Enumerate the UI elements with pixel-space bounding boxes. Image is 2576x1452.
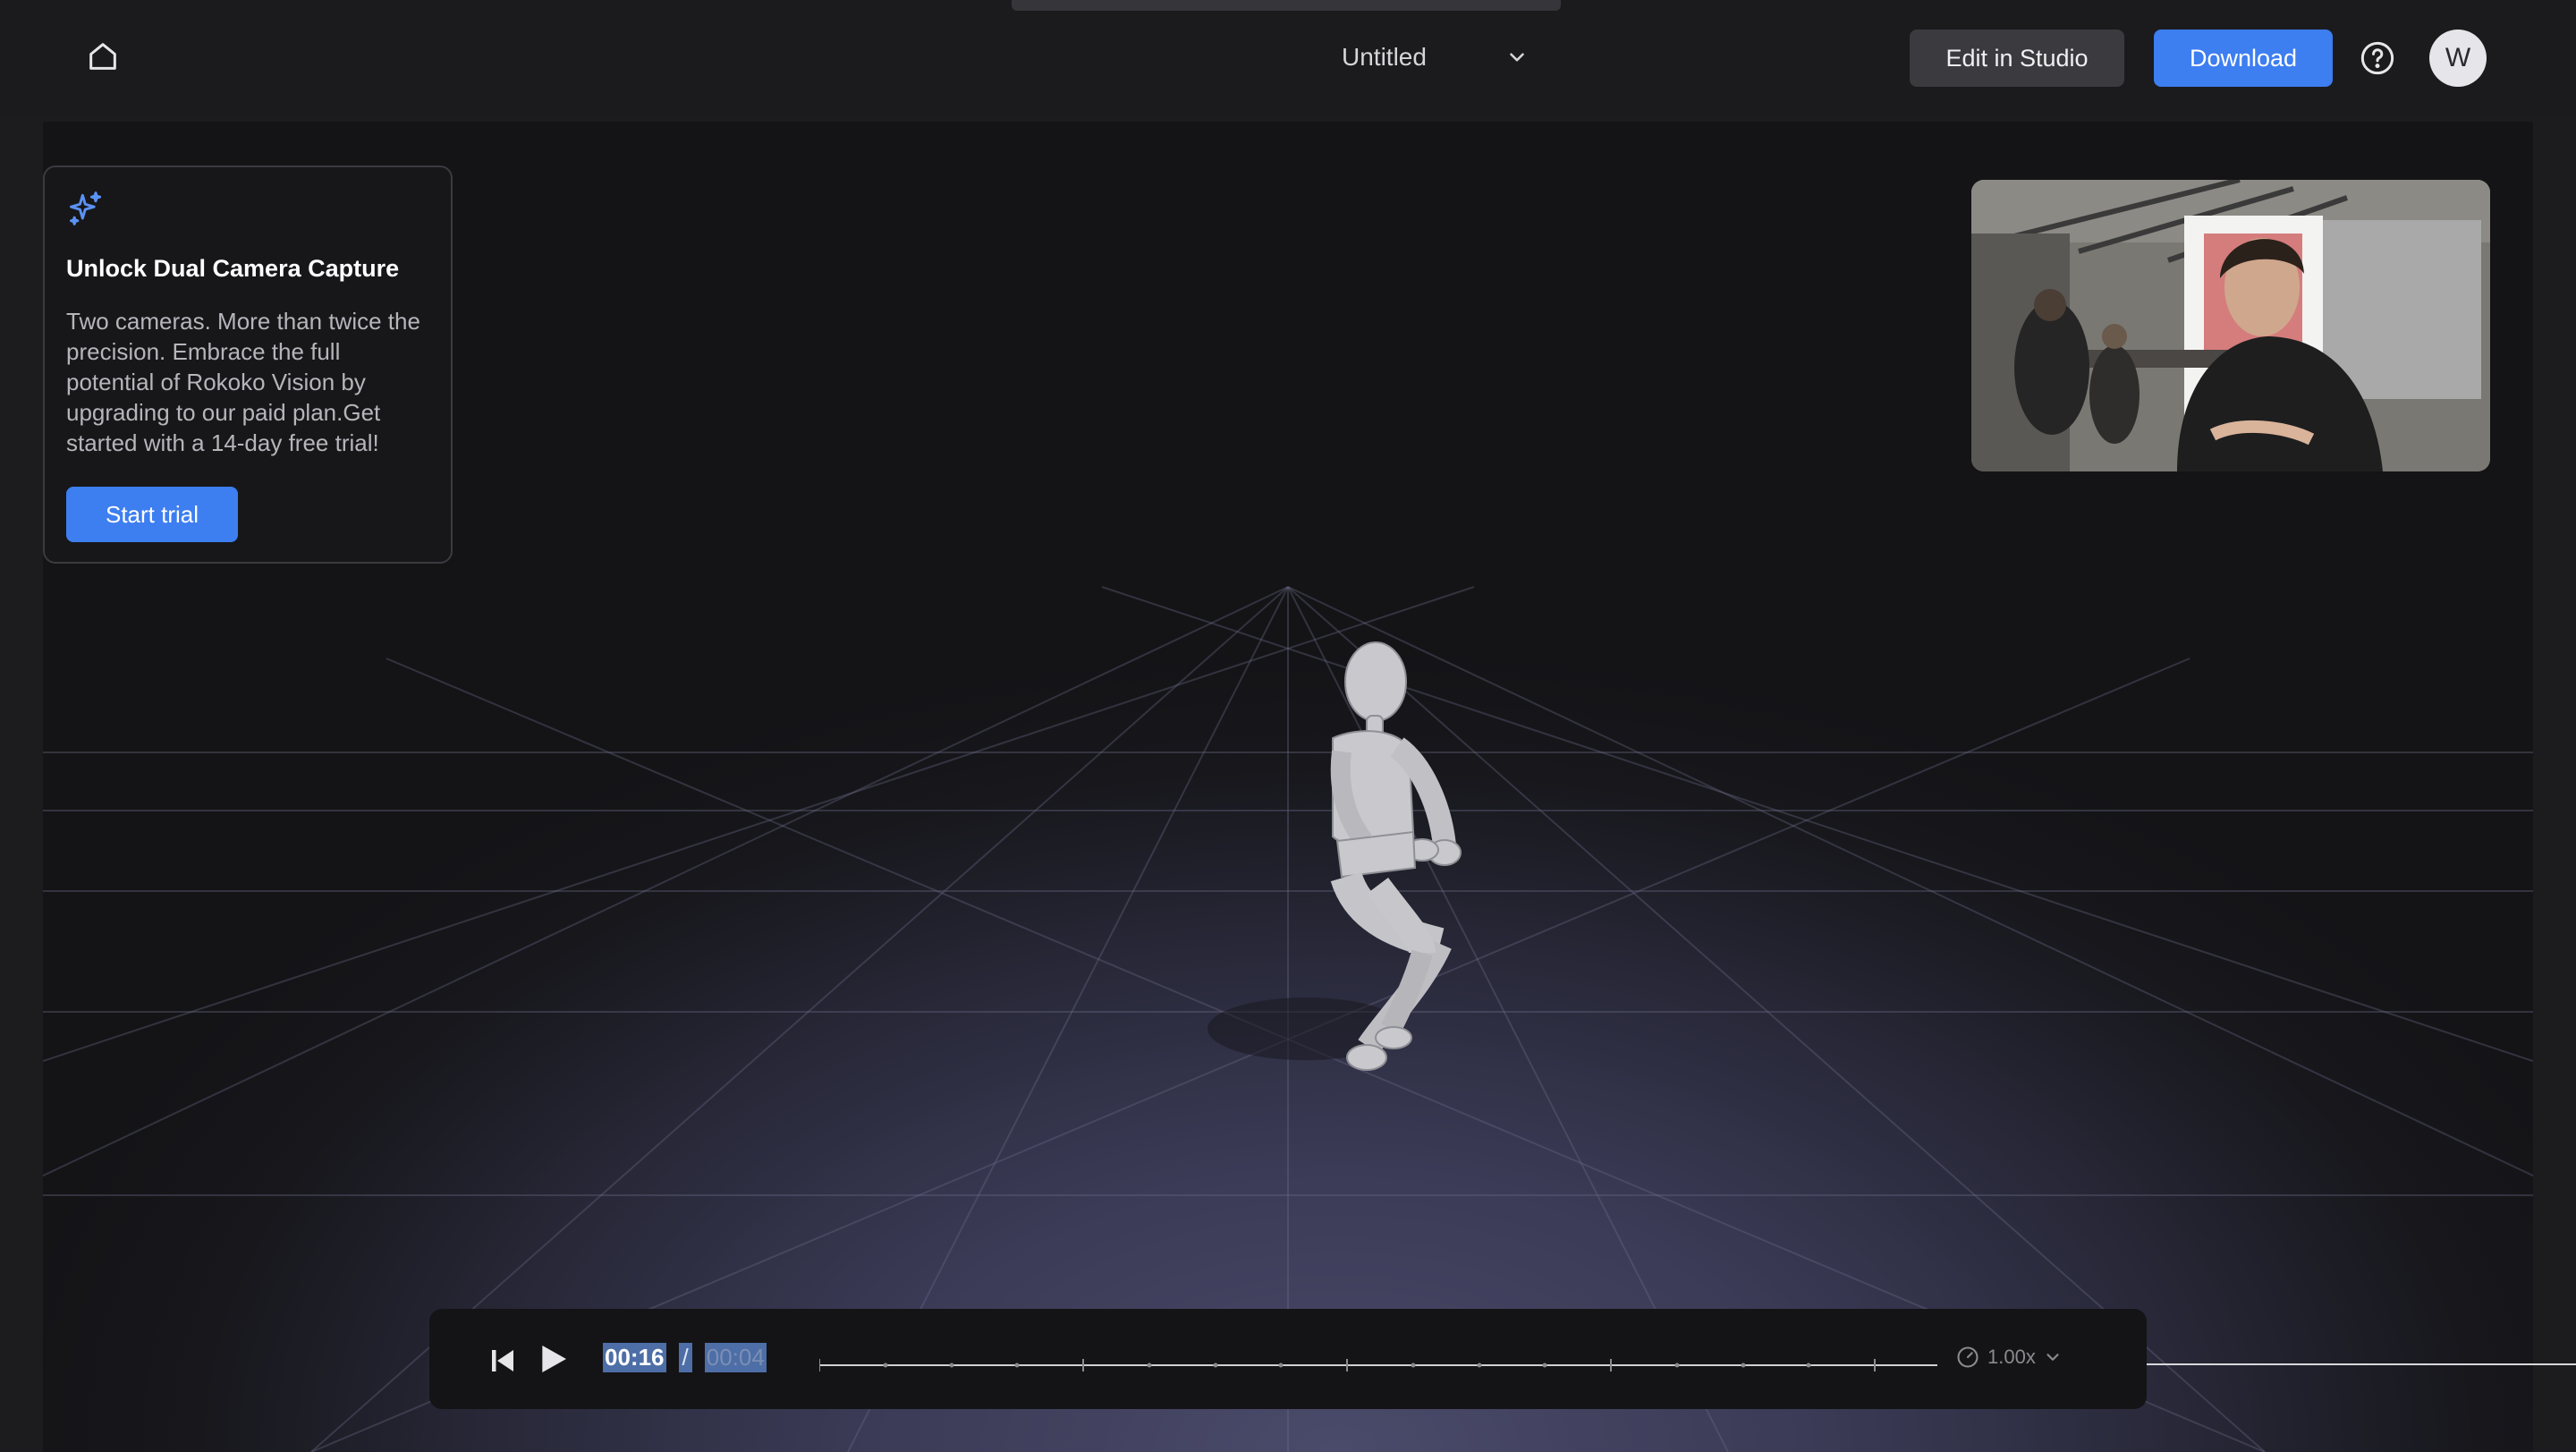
restart-button[interactable] bbox=[487, 1345, 519, 1377]
top-drag-handle[interactable] bbox=[1012, 0, 1561, 11]
skip-back-icon bbox=[492, 1350, 513, 1371]
timeline-track-overflow bbox=[2147, 1363, 2576, 1365]
project-title-dropdown[interactable]: Untitled bbox=[1342, 32, 1529, 82]
help-circle-icon bbox=[2360, 41, 2394, 75]
video-frame bbox=[1971, 180, 2490, 471]
download-button[interactable]: Download bbox=[2154, 30, 2333, 87]
total-duration: 00:04 bbox=[704, 1343, 767, 1372]
time-separator: / bbox=[678, 1343, 692, 1372]
playback-bar: 00:16 / 00:04 1.00x bbox=[429, 1309, 2147, 1409]
home-icon bbox=[89, 43, 116, 70]
speedometer-icon bbox=[1957, 1346, 1979, 1368]
mannequin-3d-figure bbox=[1208, 641, 1462, 1071]
promo-description: Two cameras. More than twice the precisi… bbox=[66, 308, 420, 456]
playback-speed-value: 1.00x bbox=[1987, 1346, 2036, 1368]
camera-video-preview[interactable] bbox=[1971, 180, 2490, 471]
play-button[interactable] bbox=[535, 1341, 571, 1377]
promo-title: Unlock Dual Camera Capture bbox=[66, 255, 400, 282]
time-display: 00:16 / 00:04 bbox=[603, 1343, 767, 1372]
edit-in-studio-button[interactable]: Edit in Studio bbox=[1910, 30, 2124, 87]
help-button[interactable] bbox=[2358, 38, 2397, 78]
top-bar: Untitled Edit in Studio Download W bbox=[0, 0, 2576, 116]
sparkle-icon bbox=[70, 191, 102, 225]
start-trial-button[interactable]: Start trial bbox=[66, 487, 238, 542]
chevron-down-icon bbox=[2046, 1354, 2059, 1361]
current-time: 00:16 bbox=[603, 1343, 666, 1372]
play-icon bbox=[542, 1346, 566, 1372]
user-avatar[interactable]: W bbox=[2429, 30, 2487, 87]
chevron-down-icon bbox=[1510, 53, 1524, 62]
timeline-track[interactable] bbox=[819, 1354, 1937, 1371]
home-button[interactable] bbox=[80, 34, 125, 79]
dual-camera-promo-card: Unlock Dual Camera Capture Two cameras. … bbox=[43, 166, 453, 564]
playback-speed-dropdown[interactable]: 1.00x bbox=[1955, 1345, 2063, 1370]
project-title: Untitled bbox=[1342, 43, 1427, 71]
